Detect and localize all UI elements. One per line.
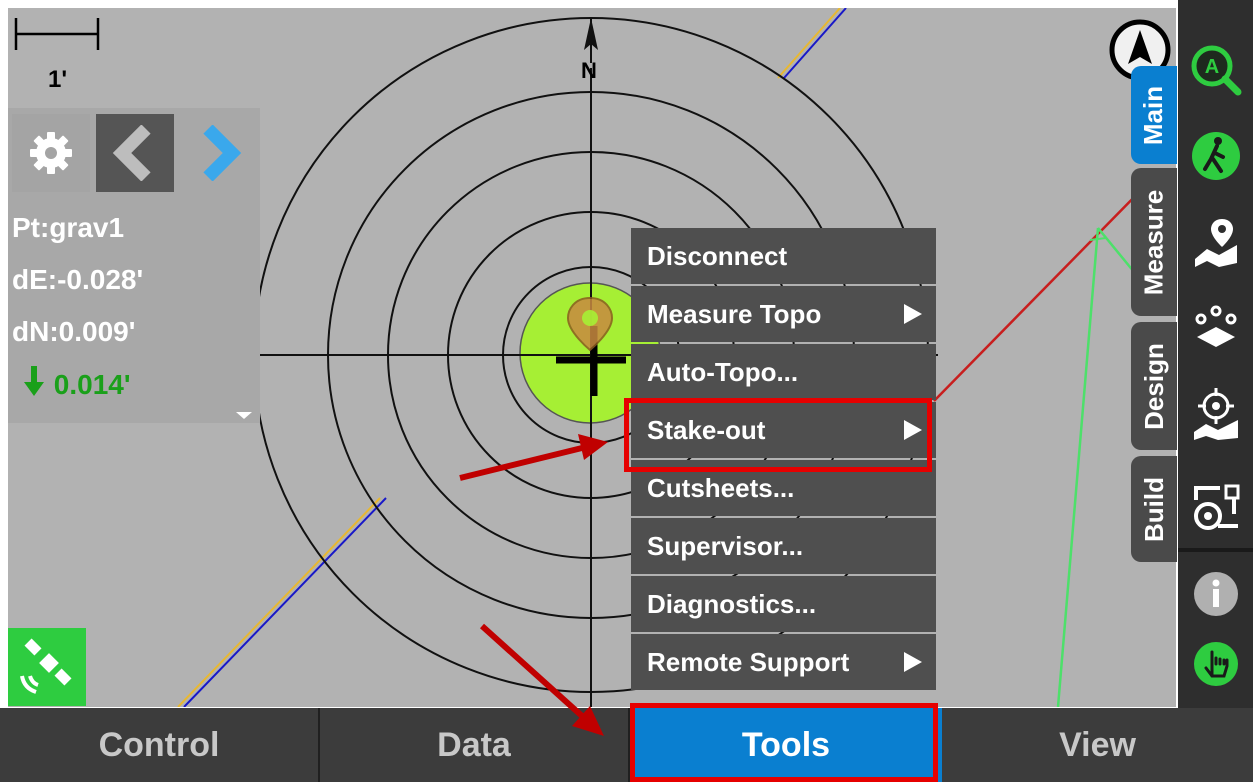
toolbar-divider [1178,548,1253,552]
down-arrow-icon [24,366,44,396]
walking-person-icon[interactable] [1178,118,1253,194]
menu-item-label: Remote Support [647,646,850,677]
menu-item-label: Measure Topo [647,298,822,329]
tab-label: Measure [1138,189,1169,295]
previous-button[interactable] [96,114,174,192]
map-pin-icon[interactable] [1178,204,1253,280]
stake-out-highlight [624,398,932,472]
scale-label: 1' [48,66,68,93]
menu-item-measure-topo[interactable]: Measure Topo [631,286,936,342]
tab-view[interactable]: View [942,708,1253,782]
next-button[interactable] [180,114,258,192]
tab-data[interactable]: Data [320,708,630,782]
tab-label: Main [1138,85,1169,145]
tools-tab-highlight [630,703,938,782]
cut-fill-value: 0.014' [53,369,131,400]
tab-design[interactable]: Design [1131,322,1177,450]
point-name: Pt:grav1 [12,212,125,243]
settings-button[interactable] [12,114,90,192]
menu-item-label: Disconnect [647,240,788,271]
position-info-panel[interactable]: Pt:grav1 dE:-0.028' dN:0.009' 0.014' [8,108,260,423]
menu-item-supervisor[interactable]: Supervisor... [631,518,936,574]
submenu-arrow-icon [904,652,922,672]
svg-text:A: A [1204,56,1218,78]
stakeout-target-icon[interactable] [1178,376,1253,452]
tab-label: Control [98,725,220,764]
menu-item-label: Diagnostics... [647,588,817,619]
tab-measure[interactable]: Measure [1131,168,1177,316]
satellite-icon [20,638,72,694]
bottom-navigation: Control Data Tools View [0,708,1253,782]
chevron-left-icon [112,125,151,181]
right-toolbar: A [1178,0,1253,708]
submenu-arrow-icon [904,304,922,324]
tab-build[interactable]: Build [1131,456,1177,562]
menu-item-disconnect[interactable]: Disconnect [631,228,936,284]
map-view[interactable]: 1' N Pt:grav1 dE:-0.028' dN:0.009' 0.014… [8,8,1176,707]
menu-item-remote-support[interactable]: Remote Support [631,634,936,690]
menu-item-auto-topo[interactable]: Auto-Topo... [631,344,936,400]
menu-item-label: Auto-Topo... [647,356,799,387]
chevron-right-icon [203,125,242,181]
tape-measure-icon[interactable] [1178,468,1253,544]
delta-north: dN:0.009' [12,316,136,347]
menu-item-label: Cutsheets... [647,472,795,503]
info-icon[interactable] [1178,556,1253,632]
menu-item-label: Supervisor... [647,530,804,561]
touch-hand-icon[interactable] [1178,626,1253,702]
north-label: N [581,58,597,83]
gps-status-button[interactable] [8,628,86,706]
expand-panel-icon[interactable] [236,412,252,419]
cut-fill-row: 0.014' [22,366,131,401]
tab-label: View [1059,725,1136,764]
tab-control[interactable]: Control [0,708,320,782]
tab-label: Design [1138,342,1169,430]
gear-icon [30,132,72,174]
delta-east: dE:-0.028' [12,264,144,295]
autoroute-search-icon[interactable]: A [1178,32,1253,108]
tab-label: Data [437,725,511,764]
tab-main[interactable]: Main [1131,66,1177,164]
menu-item-diagnostics[interactable]: Diagnostics... [631,576,936,632]
points-layer-icon[interactable] [1178,290,1253,366]
tab-label: Build [1138,476,1169,542]
